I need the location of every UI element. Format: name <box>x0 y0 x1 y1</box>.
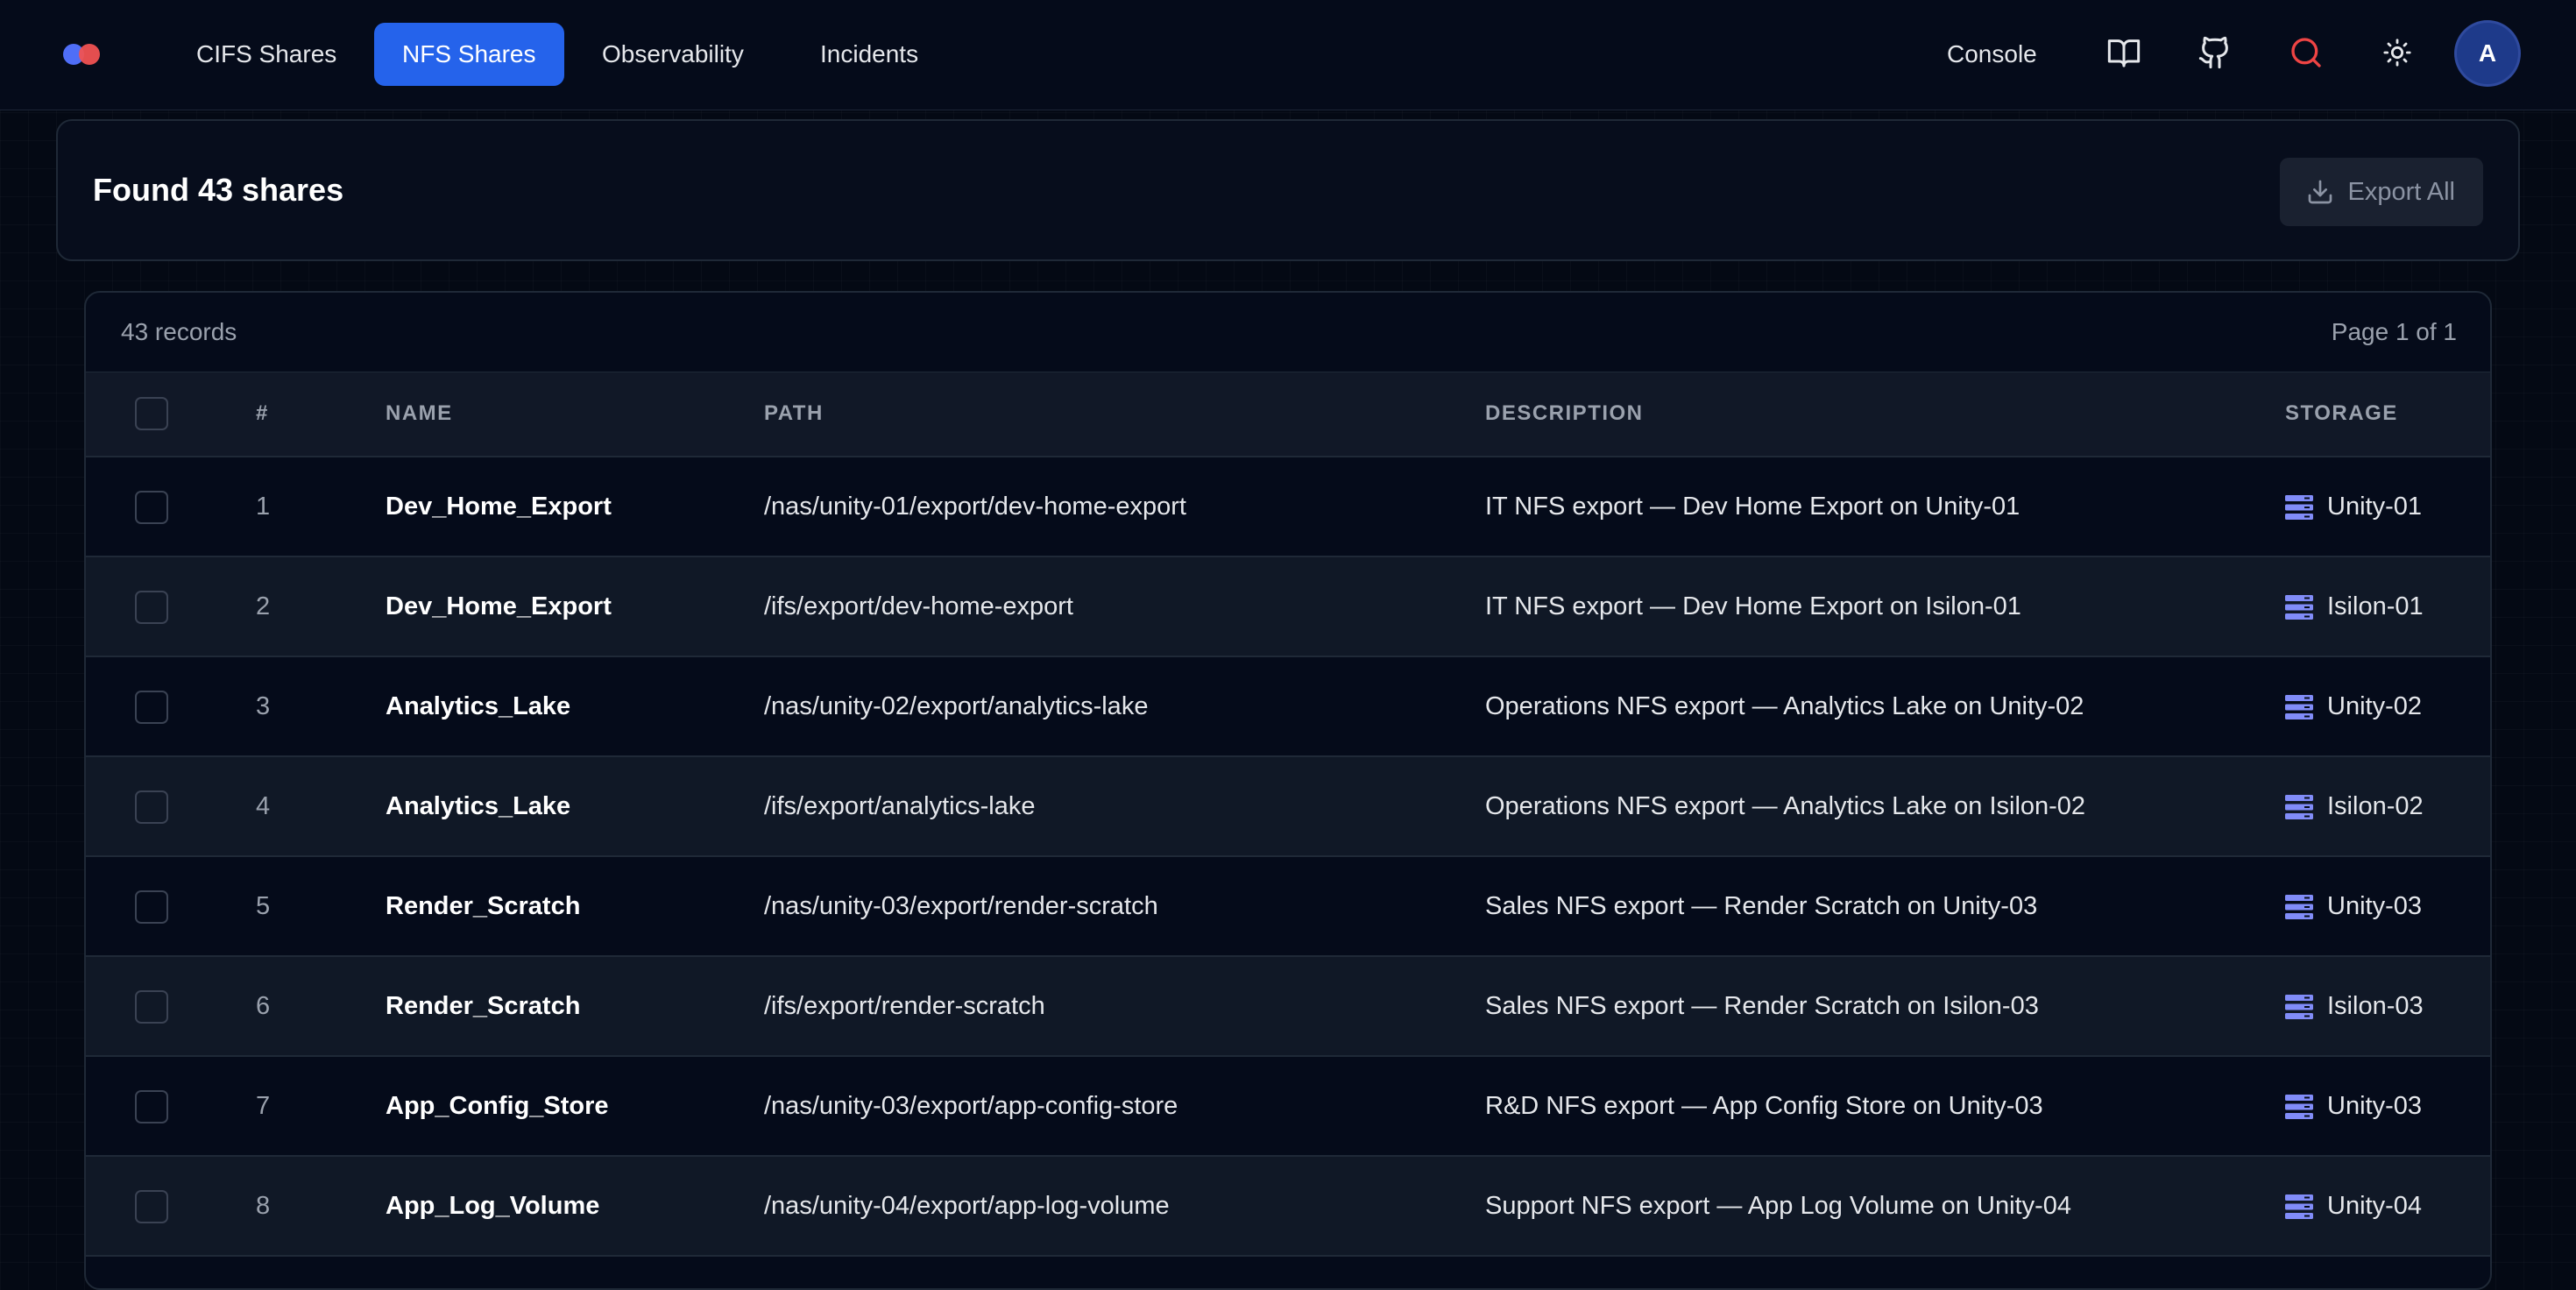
row-checkbox[interactable] <box>135 790 168 824</box>
user-avatar[interactable]: A <box>2457 23 2518 84</box>
share-name[interactable]: App_Config_Store <box>386 1057 609 1155</box>
share-description: R&D NFS export — App Config Store on Uni… <box>1485 1092 2043 1120</box>
share-path: /nas/unity-03/export/render-scratch <box>764 892 1158 920</box>
download-icon <box>2306 178 2334 206</box>
column-header-index[interactable]: # <box>256 372 269 455</box>
share-name[interactable]: Dev_Home_Export <box>386 457 612 556</box>
table-info-bar: 43 records Page 1 of 1 <box>86 293 2490 372</box>
share-name[interactable]: App_Log_Volume <box>386 1157 599 1255</box>
page-indicator: Page 1 of 1 <box>2331 318 2457 345</box>
storage-system: Isilon-03 <box>2327 992 2424 1020</box>
share-path: /ifs/export/dev-home-export <box>764 592 1073 620</box>
console-link[interactable]: Console <box>1947 23 2037 86</box>
theme-toggle-button[interactable] <box>2376 33 2418 75</box>
share-path: /ifs/export/analytics-lake <box>764 792 1036 820</box>
share-description: Sales NFS export — Render Scratch on Uni… <box>1485 892 2038 920</box>
github-icon <box>2197 35 2233 74</box>
tab-nfs-shares[interactable]: NFS Shares <box>374 23 564 86</box>
shares-table-card: 43 records Page 1 of 1 # NAME PATH DESCR… <box>84 291 2492 1290</box>
storage-system: Isilon-02 <box>2327 792 2424 820</box>
share-name[interactable]: Render_Scratch <box>386 957 580 1055</box>
table-row[interactable]: 5 Render_Scratch/nas/unity-03/export/rend… <box>86 857 2490 957</box>
row-index: 6 <box>256 992 271 1020</box>
tab-incidents[interactable]: Incidents <box>792 23 946 86</box>
storage-system: Unity-02 <box>2327 692 2422 720</box>
server-icon <box>2285 795 2313 819</box>
tab-cifs-shares[interactable]: CIFS Shares <box>168 23 364 86</box>
server-icon <box>2285 995 2313 1019</box>
sun-icon <box>2382 38 2412 72</box>
search-button[interactable] <box>2285 33 2327 75</box>
server-icon <box>2285 895 2313 919</box>
share-name[interactable]: Analytics_Lake <box>386 657 570 755</box>
export-all-label: Export All <box>2347 177 2456 206</box>
share-description: IT NFS export — Dev Home Export on Isilo… <box>1485 592 2021 620</box>
storage-system: Isilon-01 <box>2327 592 2424 620</box>
table-row[interactable]: 6 Render_Scratch/ifs/export/render-scratc… <box>86 957 2490 1057</box>
search-icon <box>2289 35 2324 74</box>
table-row[interactable]: 2 Dev_Home_Export/ifs/export/dev-home-exp… <box>86 557 2490 657</box>
column-header-path[interactable]: PATH <box>764 372 824 455</box>
share-name[interactable]: Dev_Home_Export <box>386 557 612 656</box>
logo-dot-red <box>79 44 100 65</box>
server-icon <box>2285 1095 2313 1119</box>
storage-system: Unity-03 <box>2327 1092 2422 1120</box>
row-checkbox[interactable] <box>135 1190 168 1223</box>
book-icon <box>2106 35 2141 74</box>
share-description: Operations NFS export — Analytics Lake o… <box>1485 692 2084 720</box>
share-path: /nas/unity-03/export/app-config-store <box>764 1092 1178 1120</box>
storage-system: Unity-03 <box>2327 892 2422 920</box>
docs-button[interactable] <box>2103 33 2145 75</box>
results-summary-card: Found 43 shares Export All <box>56 119 2520 261</box>
row-checkbox[interactable] <box>135 691 168 724</box>
server-icon <box>2285 1194 2313 1219</box>
row-checkbox[interactable] <box>135 591 168 624</box>
column-header-description[interactable]: DESCRIPTION <box>1485 372 1644 455</box>
row-index: 5 <box>256 892 271 920</box>
table-row[interactable]: 3 Analytics_Lake/nas/unity-02/export/anal… <box>86 657 2490 757</box>
records-count: 43 records <box>121 318 237 345</box>
row-checkbox[interactable] <box>135 990 168 1024</box>
share-path: /nas/unity-01/export/dev-home-export <box>764 493 1186 521</box>
storage-system: Unity-04 <box>2327 1192 2422 1220</box>
tab-observability[interactable]: Observability <box>574 23 772 86</box>
row-checkbox[interactable] <box>135 890 168 924</box>
share-path: /ifs/export/render-scratch <box>764 992 1045 1020</box>
column-header-storage[interactable]: STORAGE <box>2285 372 2398 455</box>
server-icon <box>2285 695 2313 719</box>
share-name[interactable]: Analytics_Lake <box>386 757 570 855</box>
row-index: 2 <box>256 592 271 620</box>
share-description: IT NFS export — Dev Home Export on Unity… <box>1485 493 2020 521</box>
row-index: 1 <box>256 493 271 521</box>
table-body: 1 Dev_Home_Export/nas/unity-01/export/dev… <box>86 457 2490 1257</box>
row-index: 4 <box>256 792 271 820</box>
server-icon <box>2285 595 2313 620</box>
row-checkbox[interactable] <box>135 1090 168 1123</box>
export-all-button[interactable]: Export All <box>2279 158 2483 226</box>
storage-system: Unity-01 <box>2327 493 2422 521</box>
table-row[interactable]: 1 Dev_Home_Export/nas/unity-01/export/dev… <box>86 457 2490 557</box>
row-index: 7 <box>256 1092 271 1120</box>
share-path: /nas/unity-04/export/app-log-volume <box>764 1192 1170 1220</box>
results-title: Found 43 shares <box>93 172 344 208</box>
table-row[interactable]: 4 Analytics_Lake/ifs/export/analytics-lak… <box>86 757 2490 857</box>
share-description: Support NFS export — App Log Volume on U… <box>1485 1192 2071 1220</box>
github-button[interactable] <box>2194 33 2236 75</box>
share-description: Operations NFS export — Analytics Lake o… <box>1485 792 2086 820</box>
server-icon <box>2285 495 2313 520</box>
column-header-name[interactable]: NAME <box>386 372 453 455</box>
share-description: Sales NFS export — Render Scratch on Isi… <box>1485 992 2039 1020</box>
share-path: /nas/unity-02/export/analytics-lake <box>764 692 1149 720</box>
table-row[interactable]: 7 App_Config_Store/nas/unity-03/export/ap… <box>86 1057 2490 1157</box>
row-checkbox[interactable] <box>135 491 168 524</box>
top-navigation-bar: CIFS Shares NFS Shares Observability Inc… <box>0 0 2576 110</box>
share-name[interactable]: Render_Scratch <box>386 857 580 955</box>
table-header: # NAME PATH DESCRIPTION STORAGE <box>86 372 2490 457</box>
select-all-checkbox[interactable] <box>135 397 168 430</box>
row-index: 3 <box>256 692 271 720</box>
app-logo[interactable] <box>63 44 103 65</box>
table-row[interactable]: 8 App_Log_Volume/nas/unity-04/export/app-… <box>86 1157 2490 1257</box>
row-index: 8 <box>256 1192 271 1220</box>
